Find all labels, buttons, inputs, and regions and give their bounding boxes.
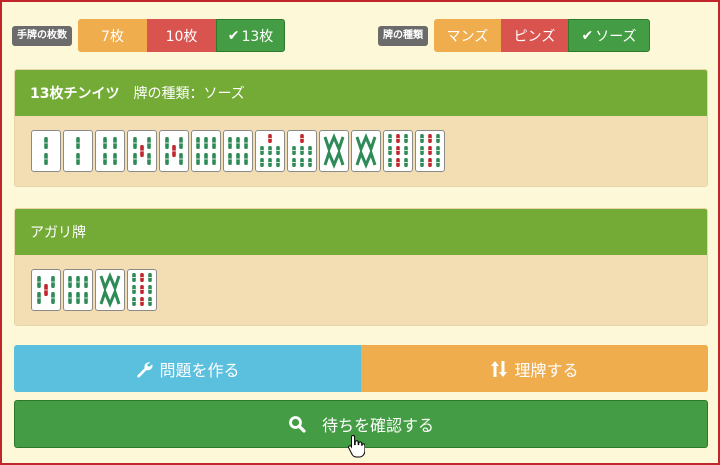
tile-type-buttons: マンズ ピンズ ✔ ソーズ	[434, 19, 650, 52]
tile-2s[interactable]	[63, 130, 93, 172]
hand-panel-header: 13枚チンイツ 牌の種類：ソーズ	[15, 70, 707, 116]
check-icon: ✔	[581, 27, 594, 44]
tile-8s[interactable]	[351, 130, 381, 172]
tile-9s[interactable]	[127, 269, 157, 311]
tile-5s[interactable]	[159, 130, 189, 172]
tile-6s[interactable]	[223, 130, 253, 172]
tile-4s[interactable]	[95, 130, 125, 172]
hand-pointer-cursor-icon	[347, 434, 366, 462]
tile-9s[interactable]	[383, 130, 413, 172]
sort-tiles-button[interactable]: 理牌する	[361, 345, 708, 392]
tile-type-selector: 牌の種類 マンズ ピンズ ✔ ソーズ	[378, 19, 650, 52]
wrench-icon	[135, 360, 153, 378]
tile-6s[interactable]	[191, 130, 221, 172]
hand-panel-subtitle: 牌の種類：ソーズ	[133, 86, 245, 102]
winning-panel-header: アガリ牌	[15, 209, 707, 255]
count-7-button[interactable]: 7枚	[78, 19, 147, 52]
tile-7s[interactable]	[255, 130, 285, 172]
souzu-button[interactable]: ✔ ソーズ	[568, 19, 650, 52]
tile-count-buttons: 7枚 10枚 ✔ 13枚	[78, 19, 285, 52]
winning-panel: アガリ牌	[14, 208, 708, 326]
winning-tiles	[15, 255, 707, 325]
tile-7s[interactable]	[287, 130, 317, 172]
sort-arrows-icon	[490, 360, 508, 378]
search-icon	[288, 415, 306, 433]
tile-count-label: 手牌の枚数	[12, 25, 72, 46]
hand-panel: 13枚チンイツ 牌の種類：ソーズ	[14, 69, 708, 187]
hand-panel-title: 13枚チンイツ	[30, 86, 120, 102]
manzu-button[interactable]: マンズ	[434, 19, 501, 52]
tile-9s[interactable]	[415, 130, 445, 172]
tile-5s[interactable]	[127, 130, 157, 172]
tile-6s[interactable]	[63, 269, 93, 311]
check-icon: ✔	[227, 27, 240, 44]
make-problem-button[interactable]: 問題を作る	[14, 345, 361, 392]
count-13-button[interactable]: ✔ 13枚	[216, 19, 285, 52]
tile-type-label: 牌の種類	[378, 25, 428, 46]
tile-8s[interactable]	[319, 130, 349, 172]
tile-8s[interactable]	[95, 269, 125, 311]
tile-5s[interactable]	[31, 269, 61, 311]
pinzu-button[interactable]: ピンズ	[501, 19, 568, 52]
tile-2s[interactable]	[31, 130, 61, 172]
tile-count-selector: 手牌の枚数 7枚 10枚 ✔ 13枚	[12, 19, 285, 52]
hand-tiles	[15, 116, 707, 186]
winning-panel-title: アガリ牌	[30, 225, 86, 241]
count-10-button[interactable]: 10枚	[147, 19, 216, 52]
